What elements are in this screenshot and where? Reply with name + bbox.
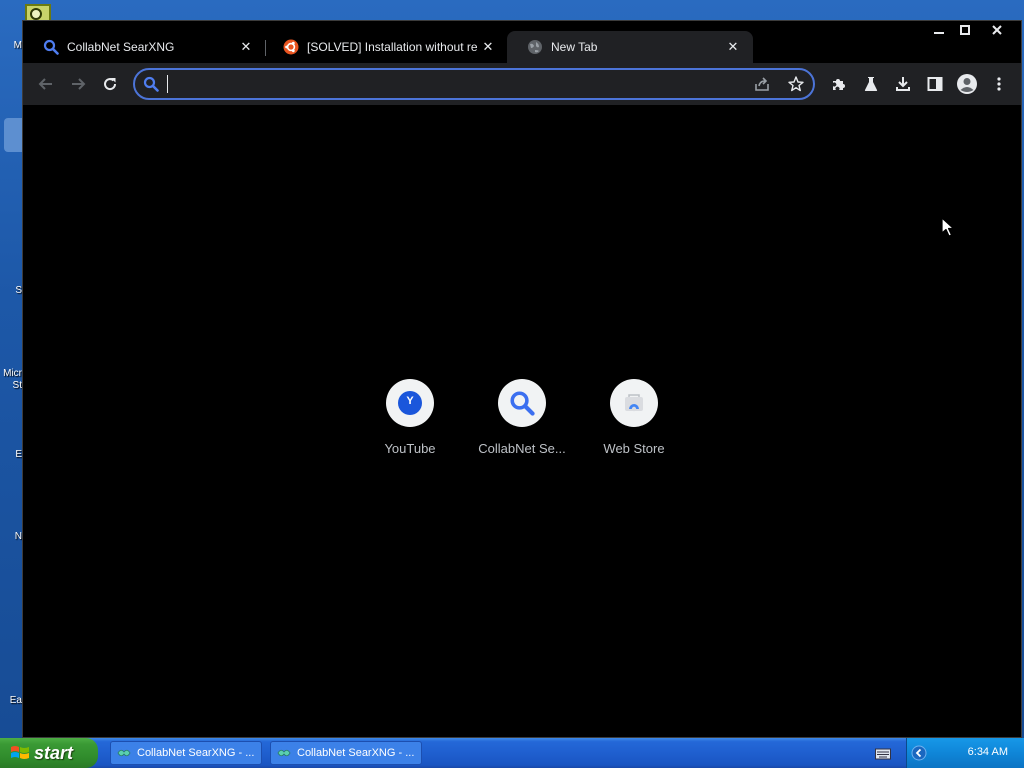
taskbar-item[interactable]: CollabNet SearXNG - ...	[270, 741, 422, 765]
tab-title: CollabNet SearXNG	[67, 40, 175, 54]
system-tray: 6:34 AM	[875, 738, 1024, 768]
desktop-icon-label[interactable]: N	[0, 531, 22, 542]
reload-icon[interactable]	[96, 70, 124, 98]
shortcut-label: YouTube	[384, 441, 436, 456]
share-icon[interactable]	[753, 75, 771, 98]
taskbar-item-label: CollabNet SearXNG - ...	[297, 747, 415, 759]
desktop-icon-label[interactable]: Micr	[0, 368, 22, 379]
profile-avatar-icon[interactable]	[953, 70, 981, 98]
tab-solved-installation[interactable]: [SOLVED] Installation without reboot ✕	[263, 31, 508, 63]
download-icon[interactable]	[889, 70, 917, 98]
search-icon	[43, 39, 59, 55]
browser-toolbar	[23, 63, 1021, 105]
windows-logo-icon	[10, 744, 30, 762]
desktop-icon-label[interactable]: S	[0, 285, 22, 296]
tab-title: [SOLVED] Installation without reboot	[307, 40, 478, 54]
taskbar-clock[interactable]: 6:34 AM	[968, 746, 1008, 758]
mouse-pointer-icon	[941, 217, 955, 242]
chrome-app-icon	[277, 746, 291, 760]
search-icon	[143, 76, 159, 97]
tab-strip: CollabNet SearXNG ✕ [SOLVED] Installatio…	[23, 21, 1021, 63]
desktop-icon-label[interactable]: M	[0, 40, 22, 51]
desktop-icon-label[interactable]: E	[0, 449, 22, 460]
address-bar[interactable]	[133, 68, 815, 100]
chrome-app-icon	[117, 746, 131, 760]
tab-new-tab[interactable]: New Tab ✕	[507, 31, 753, 63]
close-tab-icon[interactable]: ✕	[723, 37, 743, 57]
close-tab-icon[interactable]: ✕	[236, 37, 256, 57]
taskbar: start CollabNet SearXNG - ... CollabNet …	[0, 738, 1024, 768]
shortcut-collabnet-searxng[interactable]: CollabNet Se...	[466, 379, 578, 469]
extensions-puzzle-icon[interactable]	[825, 70, 853, 98]
youtube-letter-icon: Y	[386, 379, 434, 427]
youtube-letter: Y	[406, 395, 414, 407]
close-window-icon[interactable]	[984, 21, 1010, 39]
shortcut-youtube[interactable]: Y YouTube	[354, 379, 466, 469]
forward-arrow-icon[interactable]	[64, 70, 92, 98]
maximize-window-icon[interactable]	[952, 21, 978, 39]
tray-expand-chevron-icon[interactable]	[911, 745, 927, 766]
text-caret	[167, 75, 168, 93]
start-label: start	[34, 742, 74, 763]
address-input[interactable]	[167, 74, 731, 96]
search-icon	[498, 379, 546, 427]
taskbar-item[interactable]: CollabNet SearXNG - ...	[110, 741, 262, 765]
taskbar-item-label: CollabNet SearXNG - ...	[137, 747, 255, 759]
close-tab-icon[interactable]: ✕	[478, 37, 498, 57]
web-store-icon	[610, 379, 658, 427]
bookmark-star-icon[interactable]	[787, 75, 805, 98]
keyboard-icon[interactable]	[875, 747, 891, 765]
globe-icon	[527, 39, 543, 55]
ubuntu-icon	[283, 39, 299, 55]
tab-collabnet-searxng[interactable]: CollabNet SearXNG ✕	[23, 31, 266, 63]
browser-window: CollabNet SearXNG ✕ [SOLVED] Installatio…	[22, 20, 1022, 738]
labs-flask-icon[interactable]	[857, 70, 885, 98]
new-tab-page: Y YouTube CollabNet Se... Web Store	[23, 105, 1021, 737]
more-menu-icon[interactable]	[985, 70, 1013, 98]
side-panel-icon[interactable]	[921, 70, 949, 98]
desktop-icon-label[interactable]: St	[0, 380, 22, 391]
back-arrow-icon[interactable]	[32, 70, 60, 98]
shortcut-web-store[interactable]: Web Store	[578, 379, 690, 469]
tab-title: New Tab	[551, 40, 598, 54]
minimize-window-icon[interactable]	[926, 21, 952, 39]
shortcut-label: CollabNet Se...	[478, 441, 566, 456]
desktop-selected-icon[interactable]	[4, 118, 22, 152]
start-button[interactable]: start	[0, 738, 98, 768]
shortcut-label: Web Store	[603, 441, 665, 456]
desktop-icon-label[interactable]: Ea	[0, 695, 22, 706]
